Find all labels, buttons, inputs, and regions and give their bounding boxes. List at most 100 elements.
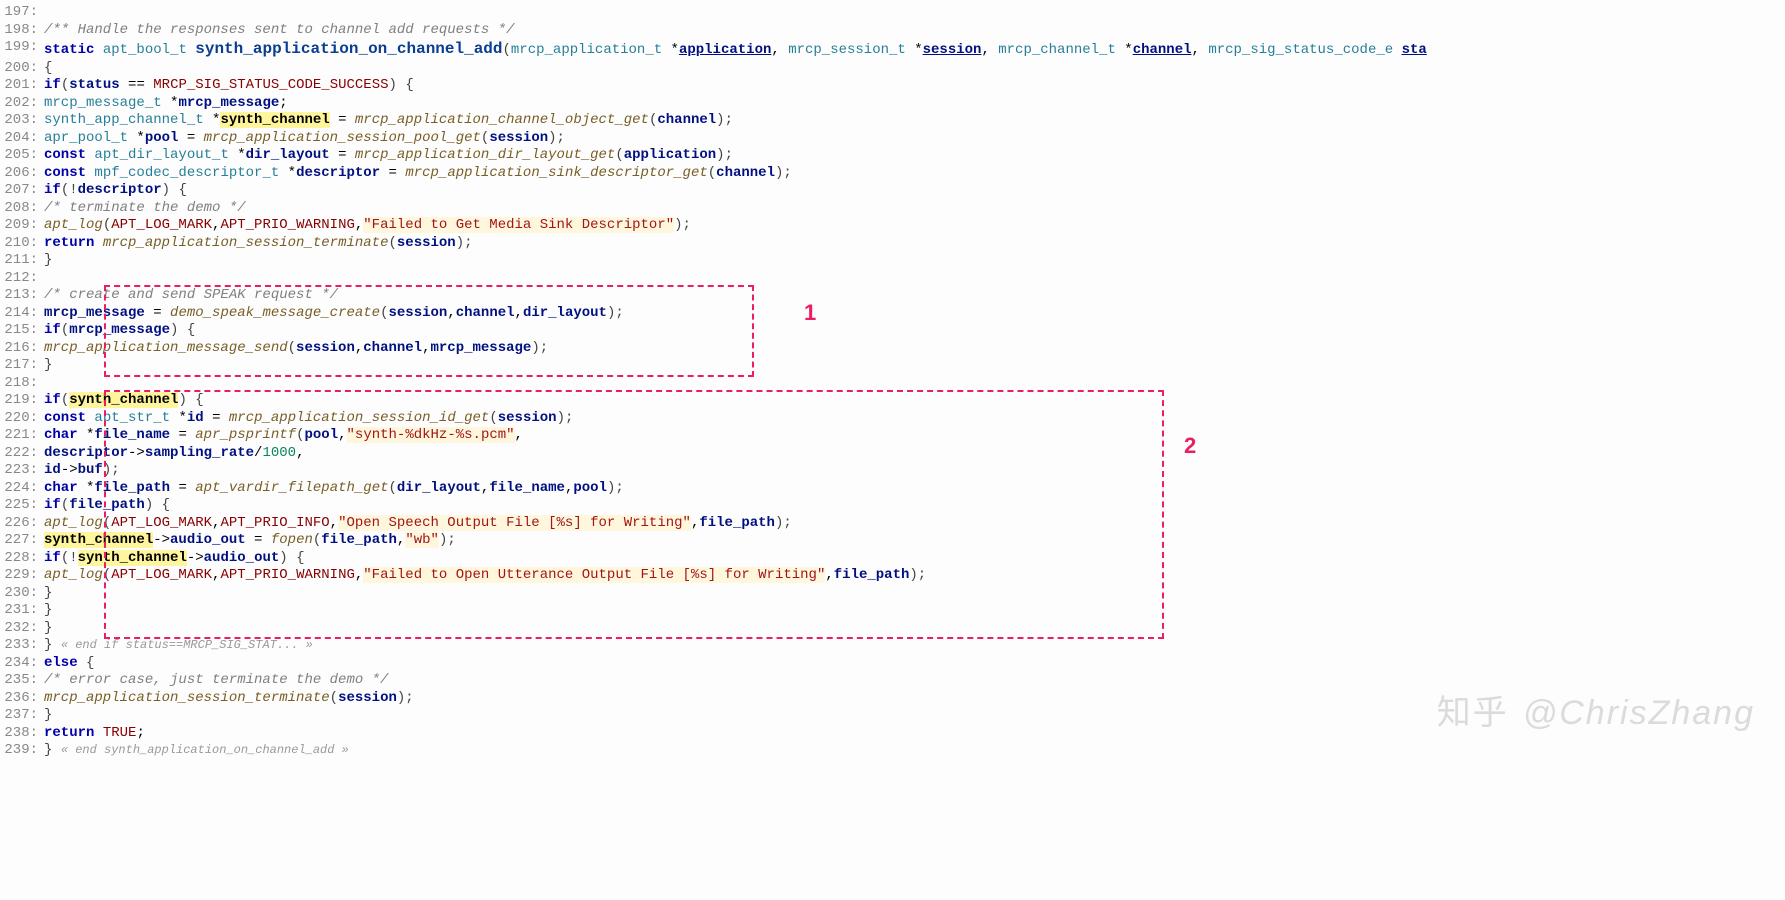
code-line: 239:} « end synth_application_on_channel… (0, 742, 1785, 760)
line-number: 227: (0, 532, 44, 550)
code-content: id->buf); (44, 462, 1785, 480)
code-line: 226: apt_log(APT_LOG_MARK,APT_PRIO_INFO,… (0, 515, 1785, 533)
code-content: if(!synth_channel->audio_out) { (44, 550, 1785, 568)
code-line: 222: descriptor->sampling_rate/1000, (0, 445, 1785, 463)
line-number: 215: (0, 322, 44, 340)
line-number: 218: (0, 375, 44, 393)
code-content: /* error case, just terminate the demo *… (44, 672, 1785, 690)
code-line: 218: (0, 375, 1785, 393)
code-content: if(mrcp_message) { (44, 322, 1785, 340)
line-number: 217: (0, 357, 44, 375)
line-number: 206: (0, 165, 44, 183)
line-number: 214: (0, 305, 44, 323)
line-number: 209: (0, 217, 44, 235)
code-content: } « end if status==MRCP_SIG_STAT... » (44, 637, 1785, 655)
code-line: 213: /* create and send SPEAK request */ (0, 287, 1785, 305)
code-viewer: 197: 198:/** Handle the responses sent t… (0, 4, 1785, 760)
code-content: } (44, 707, 1785, 725)
code-content: } (44, 602, 1785, 620)
code-content: char *file_path = apt_vardir_filepath_ge… (44, 480, 1785, 498)
code-content: /** Handle the responses sent to channel… (44, 22, 1785, 40)
line-number: 201: (0, 77, 44, 95)
code-content: apr_pool_t *pool = mrcp_application_sess… (44, 130, 1785, 148)
code-content: } (44, 585, 1785, 603)
code-content: } (44, 252, 1785, 270)
code-line: 216: mrcp_application_message_send(sessi… (0, 340, 1785, 358)
code-line: 228: if(!synth_channel->audio_out) { (0, 550, 1785, 568)
line-number: 212: (0, 270, 44, 288)
code-content: mrcp_message_t *mrcp_message; (44, 95, 1785, 113)
code-line: 206: const mpf_codec_descriptor_t *descr… (0, 165, 1785, 183)
code-line: 200:{ (0, 60, 1785, 78)
line-number: 213: (0, 287, 44, 305)
code-content: apt_log(APT_LOG_MARK,APT_PRIO_WARNING,"F… (44, 567, 1785, 585)
code-line: 214: mrcp_message = demo_speak_message_c… (0, 305, 1785, 323)
code-line: 209: apt_log(APT_LOG_MARK,APT_PRIO_WARNI… (0, 217, 1785, 235)
line-number: 228: (0, 550, 44, 568)
code-line: 203: synth_app_channel_t *synth_channel … (0, 112, 1785, 130)
line-number: 230: (0, 585, 44, 603)
line-number: 232: (0, 620, 44, 638)
code-line: 225: if(file_path) { (0, 497, 1785, 515)
line-number: 204: (0, 130, 44, 148)
code-content: char *file_name = apr_psprintf(pool,"syn… (44, 427, 1785, 445)
code-content: mrcp_message = demo_speak_message_create… (44, 305, 1785, 323)
line-number: 221: (0, 427, 44, 445)
line-number: 199: (0, 39, 44, 57)
code-line: 221: char *file_name = apr_psprintf(pool… (0, 427, 1785, 445)
code-line: 229: apt_log(APT_LOG_MARK,APT_PRIO_WARNI… (0, 567, 1785, 585)
code-line: 211: } (0, 252, 1785, 270)
code-content: const mpf_codec_descriptor_t *descriptor… (44, 165, 1785, 183)
code-content: { (44, 60, 1785, 78)
code-line: 237: } (0, 707, 1785, 725)
line-number: 222: (0, 445, 44, 463)
code-line: 230: } (0, 585, 1785, 603)
line-number: 237: (0, 707, 44, 725)
line-number: 202: (0, 95, 44, 113)
code-content: /* create and send SPEAK request */ (44, 287, 1785, 305)
code-line: 233: } « end if status==MRCP_SIG_STAT...… (0, 637, 1785, 655)
line-number: 200: (0, 60, 44, 78)
code-content: return mrcp_application_session_terminat… (44, 235, 1785, 253)
line-number: 226: (0, 515, 44, 533)
code-line: 219: if(synth_channel) { (0, 392, 1785, 410)
line-number: 234: (0, 655, 44, 673)
code-content (44, 375, 1785, 393)
code-content: apt_log(APT_LOG_MARK,APT_PRIO_INFO,"Open… (44, 515, 1785, 533)
line-number: 219: (0, 392, 44, 410)
code-content: return TRUE; (44, 725, 1785, 743)
code-content: /* terminate the demo */ (44, 200, 1785, 218)
code-line: 224: char *file_path = apt_vardir_filepa… (0, 480, 1785, 498)
code-line: 215: if(mrcp_message) { (0, 322, 1785, 340)
line-number: 198: (0, 22, 44, 40)
line-number: 211: (0, 252, 44, 270)
line-number: 207: (0, 182, 44, 200)
line-number: 225: (0, 497, 44, 515)
code-content (44, 4, 1785, 22)
code-line: 235: /* error case, just terminate the d… (0, 672, 1785, 690)
line-number: 238: (0, 725, 44, 743)
code-content: if(status == MRCP_SIG_STATUS_CODE_SUCCES… (44, 77, 1785, 95)
line-number: 236: (0, 690, 44, 708)
code-line: 204: apr_pool_t *pool = mrcp_application… (0, 130, 1785, 148)
code-line: 198:/** Handle the responses sent to cha… (0, 22, 1785, 40)
code-line: 227: synth_channel->audio_out = fopen(fi… (0, 532, 1785, 550)
code-content: static apt_bool_t synth_application_on_c… (44, 39, 1785, 60)
code-line: 199:static apt_bool_t synth_application_… (0, 39, 1785, 60)
code-content: const apt_dir_layout_t *dir_layout = mrc… (44, 147, 1785, 165)
line-number: 216: (0, 340, 44, 358)
code-line: 236: mrcp_application_session_terminate(… (0, 690, 1785, 708)
code-content: apt_log(APT_LOG_MARK,APT_PRIO_WARNING,"F… (44, 217, 1785, 235)
code-content: } (44, 620, 1785, 638)
code-line: 231: } (0, 602, 1785, 620)
code-line: 208: /* terminate the demo */ (0, 200, 1785, 218)
code-line: 217: } (0, 357, 1785, 375)
code-line: 202: mrcp_message_t *mrcp_message; (0, 95, 1785, 113)
code-line: 201: if(status == MRCP_SIG_STATUS_CODE_S… (0, 77, 1785, 95)
code-line: 205: const apt_dir_layout_t *dir_layout … (0, 147, 1785, 165)
code-content: } (44, 357, 1785, 375)
code-content: synth_app_channel_t *synth_channel = mrc… (44, 112, 1785, 130)
line-number: 210: (0, 235, 44, 253)
code-content: descriptor->sampling_rate/1000, (44, 445, 1785, 463)
code-content: synth_channel->audio_out = fopen(file_pa… (44, 532, 1785, 550)
